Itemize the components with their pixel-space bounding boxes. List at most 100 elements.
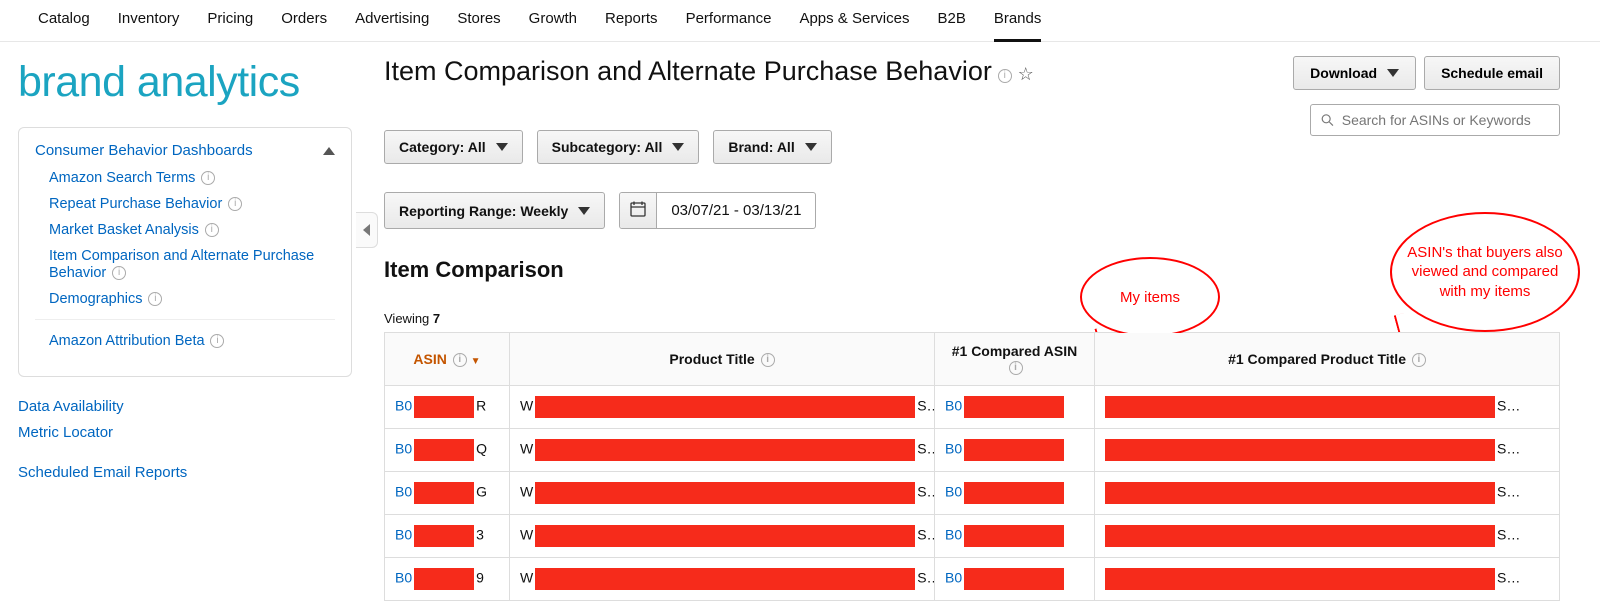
asin-link[interactable]: B0 xyxy=(395,441,412,457)
cell-compared-title: S… xyxy=(1095,472,1560,515)
info-icon: i xyxy=(210,334,224,348)
sidebar-item-search-terms[interactable]: Amazon Search Terms xyxy=(49,170,195,186)
cell-product-title: WS… xyxy=(510,558,935,601)
section-title: Item Comparison xyxy=(384,257,1560,283)
cell-product-title: WS… xyxy=(510,472,935,515)
info-icon: i xyxy=(1412,353,1426,367)
info-icon: i xyxy=(761,353,775,367)
info-icon[interactable]: i xyxy=(998,69,1012,83)
col-product-title[interactable]: Product Title i xyxy=(510,333,935,386)
compared-asin-link[interactable]: B0 xyxy=(945,398,962,414)
chevron-up-icon xyxy=(323,147,335,155)
search-icon xyxy=(1321,113,1334,127)
nav-pricing[interactable]: Pricing xyxy=(207,10,253,33)
sidebar-group-toggle[interactable]: Consumer Behavior Dashboards xyxy=(35,142,335,159)
cell-compared-title: S… xyxy=(1095,515,1560,558)
compared-asin-link[interactable]: B0 xyxy=(945,484,962,500)
cell-asin: B0R xyxy=(385,386,510,429)
info-icon: i xyxy=(453,353,467,367)
cell-compared-asin: B0 xyxy=(935,515,1095,558)
nav-orders[interactable]: Orders xyxy=(281,10,327,33)
cell-product-title: WS… xyxy=(510,386,935,429)
filter-subcategory[interactable]: Subcategory: All xyxy=(537,130,700,164)
table-row: B0RWS… B0 S… xyxy=(385,386,1560,429)
col-asin[interactable]: ASIN i ▼ xyxy=(385,333,510,386)
brand-analytics-logo: brand analytics xyxy=(18,58,352,107)
sidebar-item-attribution[interactable]: Amazon Attribution Beta xyxy=(49,333,205,349)
filters: Category: All Subcategory: All Brand: Al… xyxy=(384,130,1560,229)
filter-reporting-range[interactable]: Reporting Range: Weekly xyxy=(384,192,605,229)
download-button[interactable]: Download xyxy=(1293,56,1416,90)
cell-asin: B09 xyxy=(385,558,510,601)
calendar-icon[interactable] xyxy=(620,193,657,228)
info-icon: i xyxy=(205,223,219,237)
main-content: Item Comparison and Alternate Purchase B… xyxy=(360,42,1600,601)
table-row: B0GWS… B0 S… xyxy=(385,472,1560,515)
compared-asin-link[interactable]: B0 xyxy=(945,570,962,586)
filter-brand[interactable]: Brand: All xyxy=(713,130,831,164)
link-scheduled-email-reports[interactable]: Scheduled Email Reports xyxy=(18,461,352,485)
cell-product-title: WS… xyxy=(510,429,935,472)
nav-reports[interactable]: Reports xyxy=(605,10,658,33)
info-icon: i xyxy=(228,197,242,211)
link-metric-locator[interactable]: Metric Locator xyxy=(18,421,352,445)
nav-inventory[interactable]: Inventory xyxy=(118,10,180,33)
search-input[interactable] xyxy=(1342,112,1549,128)
table-row: B0QWS…B0S… xyxy=(385,429,1560,472)
viewing-count: Viewing 7 xyxy=(384,311,1560,326)
download-label: Download xyxy=(1310,65,1377,81)
table-row: B03WS…B0S… xyxy=(385,515,1560,558)
nav-b2b[interactable]: B2B xyxy=(937,10,965,33)
nav-growth[interactable]: Growth xyxy=(529,10,577,33)
info-icon: i xyxy=(201,171,215,185)
top-nav: Catalog Inventory Pricing Orders Adverti… xyxy=(0,0,1600,42)
sort-desc-icon: ▼ xyxy=(471,356,481,367)
link-data-availability[interactable]: Data Availability xyxy=(18,395,352,419)
col-compared-title[interactable]: #1 Compared Product Title i xyxy=(1095,333,1560,386)
caret-down-icon xyxy=(805,143,817,151)
asin-link[interactable]: B0 xyxy=(395,398,412,414)
cell-compared-asin: B0 xyxy=(935,558,1095,601)
sidebar: brand analytics Consumer Behavior Dashbo… xyxy=(0,42,360,601)
compared-asin-link[interactable]: B0 xyxy=(945,441,962,457)
col-compared-asin[interactable]: #1 Compared ASINi xyxy=(935,333,1095,386)
info-icon: i xyxy=(1009,361,1023,375)
date-range-value: 03/07/21 - 03/13/21 xyxy=(657,194,815,227)
filter-category[interactable]: Category: All xyxy=(384,130,523,164)
caret-down-icon xyxy=(1387,69,1399,77)
date-range-picker[interactable]: 03/07/21 - 03/13/21 xyxy=(619,192,816,229)
cell-compared-title: S… xyxy=(1095,558,1560,601)
favorite-star-icon[interactable]: ☆ xyxy=(1018,64,1034,84)
info-icon: i xyxy=(148,292,162,306)
sidebar-panel: Consumer Behavior Dashboards Amazon Sear… xyxy=(18,127,352,377)
nav-catalog[interactable]: Catalog xyxy=(38,10,90,33)
nav-apps-services[interactable]: Apps & Services xyxy=(799,10,909,33)
nav-brands[interactable]: Brands xyxy=(994,10,1042,33)
cell-asin: B03 xyxy=(385,515,510,558)
sidebar-item-market-basket[interactable]: Market Basket Analysis xyxy=(49,222,199,238)
asin-link[interactable]: B0 xyxy=(395,484,412,500)
sidebar-item-item-comparison[interactable]: Item Comparison and Alternate Purchase B… xyxy=(49,248,314,281)
caret-down-icon xyxy=(672,143,684,151)
info-icon: i xyxy=(112,266,126,280)
sidebar-item-repeat-purchase[interactable]: Repeat Purchase Behavior xyxy=(49,196,222,212)
table-row: B09WS… B0 S… xyxy=(385,558,1560,601)
search-box[interactable] xyxy=(1310,104,1560,136)
cell-asin: B0G xyxy=(385,472,510,515)
sidebar-item-demographics[interactable]: Demographics xyxy=(49,291,143,307)
asin-link[interactable]: B0 xyxy=(395,527,412,543)
schedule-email-button[interactable]: Schedule email xyxy=(1424,56,1560,90)
nav-advertising[interactable]: Advertising xyxy=(355,10,429,33)
item-comparison-table: ASIN i ▼ Product Title i #1 Compared ASI… xyxy=(384,332,1560,601)
asin-link[interactable]: B0 xyxy=(395,570,412,586)
sidebar-utility-links: Data Availability Metric Locator Schedul… xyxy=(18,395,352,485)
compared-asin-link[interactable]: B0 xyxy=(945,527,962,543)
cell-compared-title: S… xyxy=(1095,386,1560,429)
caret-down-icon xyxy=(496,143,508,151)
nav-stores[interactable]: Stores xyxy=(457,10,500,33)
nav-performance[interactable]: Performance xyxy=(686,10,772,33)
annotation-my-items: My items xyxy=(1080,257,1220,337)
page-title: Item Comparison and Alternate Purchase B… xyxy=(384,56,992,86)
caret-down-icon xyxy=(578,207,590,215)
sidebar-group-title: Consumer Behavior Dashboards xyxy=(35,142,253,159)
